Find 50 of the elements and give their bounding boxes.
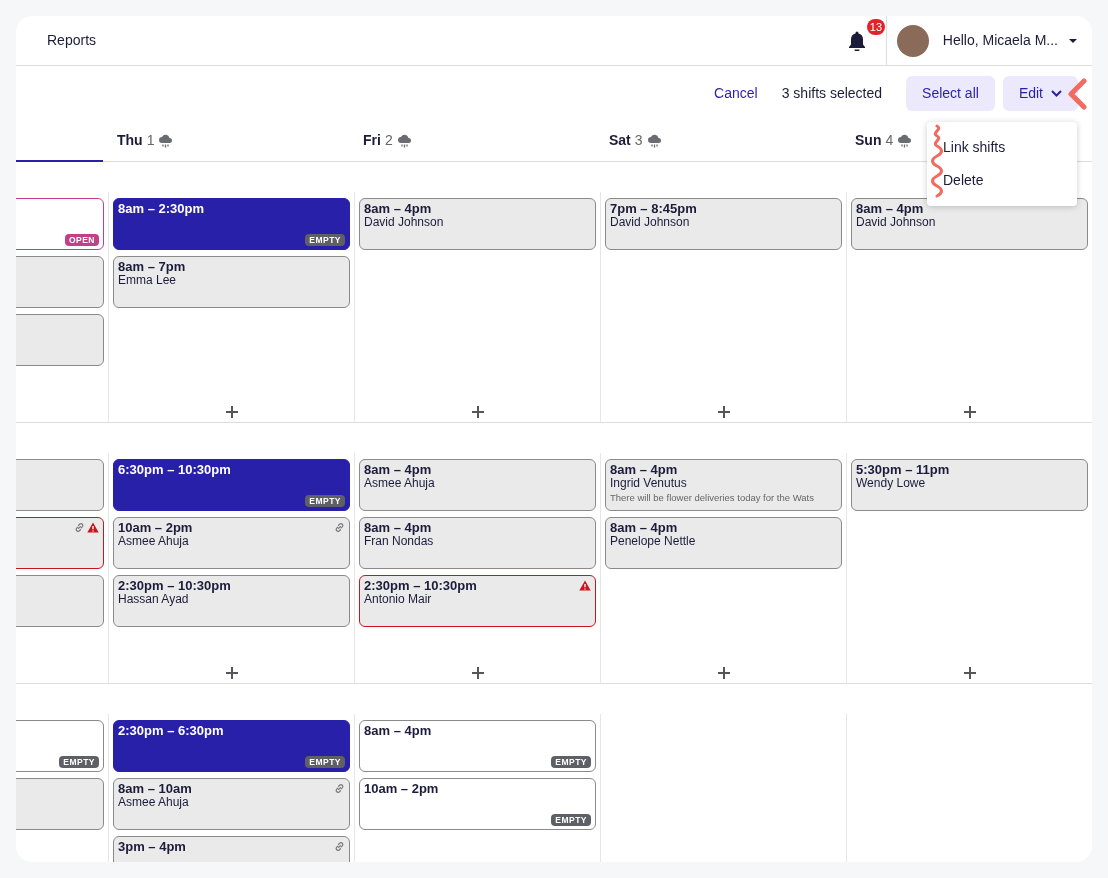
status-tag: EMPTY [59, 756, 99, 768]
shift-note: There will be flower deliveries today for the Wats [610, 491, 815, 505]
employee-name: David Johnson [364, 216, 445, 229]
shift-time: 8am – 2:30pm [118, 201, 205, 216]
shift-time: 2:30pm – 10:30pm [364, 578, 478, 593]
status-tag: EMPTY [305, 756, 345, 768]
shift-time: 8am – 7pm [118, 259, 187, 274]
shift-time: 10am – 2pm [118, 520, 194, 535]
weekday-label: Fri [363, 131, 381, 150]
employee-name: Hassan Ayad [118, 593, 189, 606]
shift-time: 7pm – 8:45pm [610, 201, 698, 216]
shift-time: 8am – 10am [118, 781, 193, 796]
shift-time: 3pm – 4pm [118, 839, 187, 854]
employee-name: Emma Lee [118, 274, 177, 287]
weekday-label: Sat [609, 131, 631, 150]
employee-name: Asmee Ahuja [118, 535, 189, 548]
status-tag: OPEN [64, 234, 99, 246]
employee-name: Fran Nondas [364, 535, 435, 548]
shift-time: 5:30pm – 11pm [856, 462, 951, 477]
date-label: 4 [885, 131, 894, 150]
shift-time: 8am – 4pm [856, 201, 925, 216]
date-label: 2 [384, 131, 393, 150]
date-label: 1 [146, 131, 155, 150]
shift-time: 8am – 4pm [364, 201, 433, 216]
employee-name: Asmee Ahuja [118, 796, 190, 809]
notification-count: 13 [866, 18, 886, 35]
selection-count: 3 shifts selected [781, 83, 883, 103]
shift-time: 10am – 2pm [364, 781, 440, 796]
employee-name: Asmee Ahuja [364, 477, 436, 490]
status-tag: EMPTY [305, 234, 345, 246]
shift-time: 6:30pm – 10:30pm [118, 462, 232, 477]
shift-time: 8am – 4pm [610, 462, 679, 477]
employee-name: Ingrid Venutus [610, 477, 688, 490]
shift-time: 2:30pm – 6:30pm [118, 723, 225, 738]
weekday-label: Sun [855, 131, 882, 150]
date-label: 3 [634, 131, 643, 150]
status-tag: EMPTY [305, 495, 345, 507]
shift-time: 8am – 4pm [364, 723, 433, 738]
shift-time: 2:30pm – 10:30pm [118, 578, 232, 593]
shift-time: 8am – 4pm [364, 520, 433, 535]
weekday-label: Thu [117, 131, 143, 150]
shift-time: 8am – 4pm [610, 520, 679, 535]
shift-time: 8am – 4pm [364, 462, 433, 477]
status-tag: EMPTY [551, 814, 591, 826]
employee-name: David Johnson [610, 216, 690, 229]
employee-name: Antonio Mair [364, 593, 432, 606]
employee-name: Penelope Nettle [610, 535, 697, 548]
employee-name: Wendy Lowe [856, 477, 926, 490]
status-tag: EMPTY [551, 756, 591, 768]
employee-name: David Johnson [856, 216, 937, 229]
